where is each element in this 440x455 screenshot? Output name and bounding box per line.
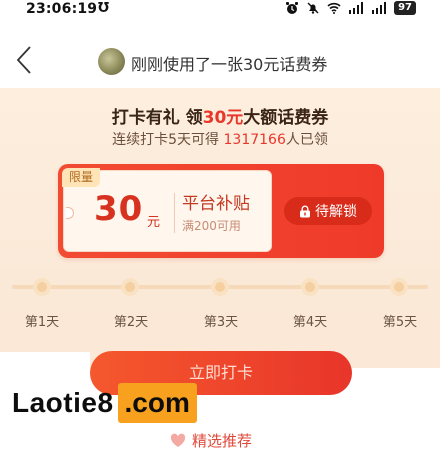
coupon-card: 限量 30 元 平台补贴 满200可用 待解锁 — [58, 164, 384, 258]
day-1-dot — [33, 278, 51, 296]
avatar — [98, 48, 125, 75]
page-title: 刚刚使用了一张30元话费券 — [131, 55, 328, 74]
check-in-promo-card: 打卡有礼 领30元大额话费券 连续打卡5天可得 1317166人已领 限量 30… — [0, 88, 440, 368]
coupon-condition: 满200可用 — [182, 219, 241, 233]
battery-icon: 97 — [394, 1, 416, 15]
app-notification-icon: Ʊ — [98, 1, 110, 16]
day-2-label: 第2天 — [113, 315, 149, 330]
day-4-dot — [301, 278, 319, 296]
day-3-dot — [211, 278, 229, 296]
unlock-button[interactable]: 待解锁 — [284, 197, 372, 225]
alarm-icon — [286, 2, 299, 14]
promo-title-suffix: 大额话费券 — [243, 108, 329, 128]
promo-subtitle-prefix: 连续打卡5天可得 — [112, 132, 224, 148]
promo-title: 打卡有礼 领30元大额话费券 — [0, 103, 440, 128]
coupon-amount: 30 — [94, 189, 144, 229]
coupon-body: 限量 30 元 平台补贴 满200可用 — [62, 168, 272, 252]
coupon-divider — [174, 193, 175, 233]
day-5-dot — [390, 278, 408, 296]
mute-icon — [307, 2, 319, 14]
promo-title-prefix: 打卡有礼 领 — [111, 108, 203, 128]
heart-icon — [170, 433, 186, 447]
recommend-label: 精选推荐 — [192, 432, 253, 450]
day-5-label: 第5天 — [382, 315, 418, 330]
day-1-label: 第1天 — [24, 315, 60, 330]
watermark-text: Laotie8 — [12, 387, 114, 418]
limited-tag: 限量 — [62, 168, 101, 187]
watermark: Laotie8 .com — [12, 383, 197, 423]
day-3-label: 第3天 — [203, 315, 239, 330]
wifi-icon — [327, 2, 341, 14]
promo-subtitle: 连续打卡5天可得 1317166人已领 — [0, 129, 440, 149]
coupon-unit: 元 — [147, 215, 161, 230]
signal-5g-icon — [349, 2, 364, 14]
watermark-badge: .com — [117, 383, 197, 423]
recommend-section-header: 精选推荐 — [170, 430, 252, 451]
status-bar: 23:06:19 Ʊ 97 — [0, 0, 440, 22]
coupon-name: 平台补贴 — [182, 194, 250, 214]
unlock-button-label: 待解锁 — [315, 204, 357, 220]
status-time: 23:06:19 — [26, 1, 98, 17]
coupon-notch — [66, 207, 74, 219]
promo-title-highlight: 30元 — [202, 108, 244, 128]
signal-4g-icon — [372, 2, 387, 14]
lock-icon — [300, 205, 310, 217]
top-navigation: 刚刚使用了一张30元话费券 — [0, 38, 440, 84]
day-4-label: 第4天 — [292, 315, 328, 330]
promo-subtitle-suffix: 人已领 — [285, 132, 328, 148]
claimed-count: 1317166 — [223, 132, 286, 148]
day-2-dot — [121, 278, 139, 296]
status-icons: 97 — [285, 1, 416, 15]
back-arrow-icon[interactable] — [14, 44, 36, 76]
